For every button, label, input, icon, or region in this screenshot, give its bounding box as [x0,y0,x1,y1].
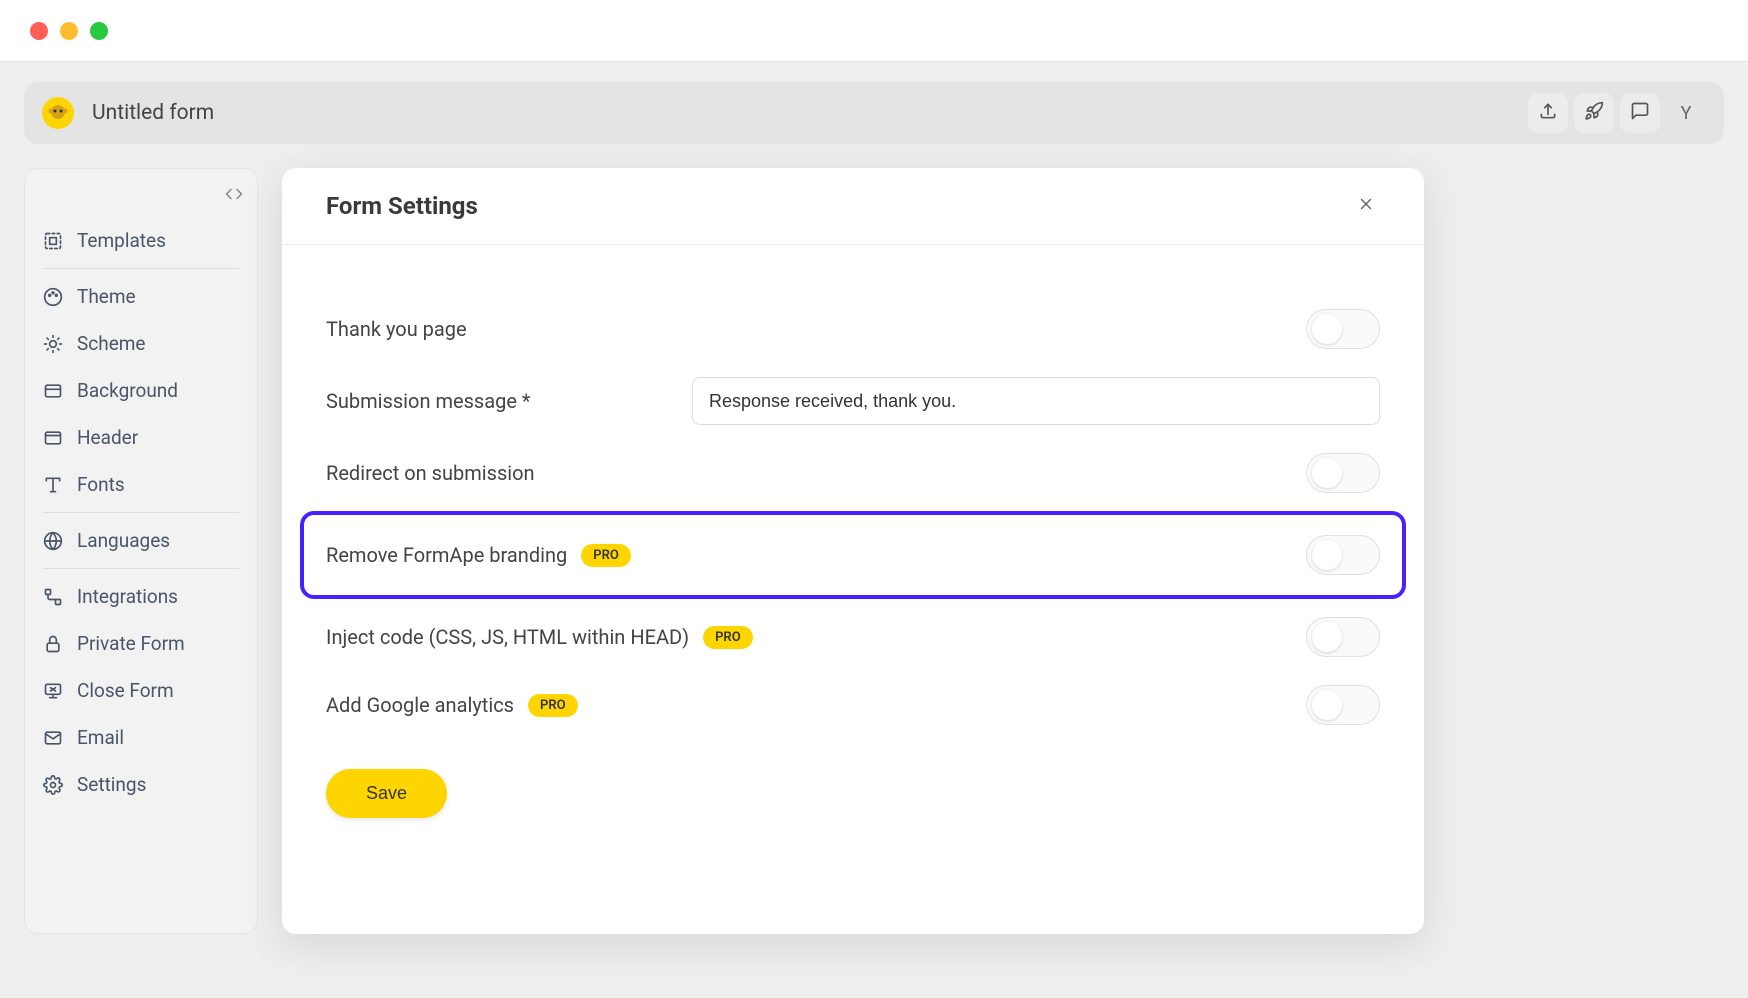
form-settings-modal: Form Settings Thank you page [282,168,1424,934]
pro-badge: PRO [528,694,578,717]
setting-label: Add Google analytics [326,693,514,717]
setting-label: Submission message * [326,389,531,413]
comment-button[interactable] [1620,93,1660,133]
setting-submission-message: Submission message * [326,363,1380,439]
globe-icon [43,531,63,551]
sidebar-item-label: Close Form [77,679,174,702]
sidebar: Templates Theme Scheme Background [24,168,258,934]
setting-label: Redirect on submission [326,461,535,485]
monitor-x-icon [43,681,63,701]
setting-redirect-on-submission: Redirect on submission [326,439,1380,507]
sun-icon [43,334,63,354]
lock-icon [43,634,63,654]
redirect-toggle[interactable] [1306,453,1380,493]
inject-code-toggle[interactable] [1306,617,1380,657]
type-icon [43,475,63,495]
mail-icon [43,728,63,748]
setting-label: Inject code (CSS, JS, HTML within HEAD) [326,625,689,649]
avatar-initial: Y [1681,103,1692,124]
setting-inject-code: Inject code (CSS, JS, HTML within HEAD) … [326,603,1380,671]
top-bar: Untitled form Y [24,82,1724,144]
sidebar-item-private-form[interactable]: Private Form [25,620,257,667]
sidebar-item-label: Theme [77,285,136,308]
modal-close-button[interactable] [1352,192,1380,220]
sidebar-item-scheme[interactable]: Scheme [25,320,257,367]
sidebar-item-label: Settings [77,773,146,796]
maximize-window-button[interactable] [90,22,108,40]
minimize-window-button[interactable] [60,22,78,40]
palette-icon [43,287,63,307]
sidebar-item-label: Scheme [77,332,146,355]
sidebar-item-label: Background [77,379,178,402]
google-analytics-toggle[interactable] [1306,685,1380,725]
sidebar-item-integrations[interactable]: Integrations [25,573,257,620]
thank-you-toggle[interactable] [1306,309,1380,349]
image-icon [43,381,63,401]
sidebar-item-label: Header [77,426,138,449]
share-button[interactable] [1528,93,1568,133]
sidebar-item-label: Templates [77,229,166,252]
submission-message-input[interactable] [692,377,1380,425]
workflow-icon [43,587,63,607]
user-avatar[interactable]: Y [1666,93,1706,133]
upload-icon [1538,101,1558,125]
sidebar-item-label: Integrations [77,585,178,608]
form-title[interactable]: Untitled form [92,101,214,125]
modal-title: Form Settings [326,192,478,220]
setting-thank-you-page: Thank you page [326,295,1380,363]
remove-branding-toggle[interactable] [1306,535,1380,575]
save-button[interactable]: Save [326,769,447,818]
sidebar-item-background[interactable]: Background [25,367,257,414]
sidebar-item-languages[interactable]: Languages [25,517,257,564]
pro-badge: PRO [581,544,631,567]
layout-icon [43,428,63,448]
app-logo-icon[interactable] [42,97,74,129]
message-icon [1630,101,1650,125]
sidebar-item-email[interactable]: Email [25,714,257,761]
templates-icon [43,231,63,251]
setting-label: Remove FormApe branding [326,543,567,567]
sidebar-item-settings[interactable]: Settings [25,761,257,808]
close-window-button[interactable] [30,22,48,40]
setting-remove-branding: Remove FormApe branding PRO [300,511,1406,599]
window-chrome [0,0,1748,62]
sidebar-item-fonts[interactable]: Fonts [25,461,257,508]
setting-google-analytics: Add Google analytics PRO [326,671,1380,739]
sidebar-item-theme[interactable]: Theme [25,273,257,320]
sidebar-item-label: Languages [77,529,170,552]
pro-badge: PRO [703,626,753,649]
sidebar-item-label: Fonts [77,473,125,496]
close-icon [1357,194,1375,218]
gear-icon [43,775,63,795]
sidebar-item-label: Email [77,726,124,749]
sidebar-item-header[interactable]: Header [25,414,257,461]
rocket-icon [1584,101,1604,125]
sidebar-item-label: Private Form [77,632,185,655]
code-icon[interactable] [225,185,243,207]
sidebar-item-templates[interactable]: Templates [25,217,257,264]
setting-label: Thank you page [326,317,467,341]
sidebar-item-close-form[interactable]: Close Form [25,667,257,714]
launch-button[interactable] [1574,93,1614,133]
